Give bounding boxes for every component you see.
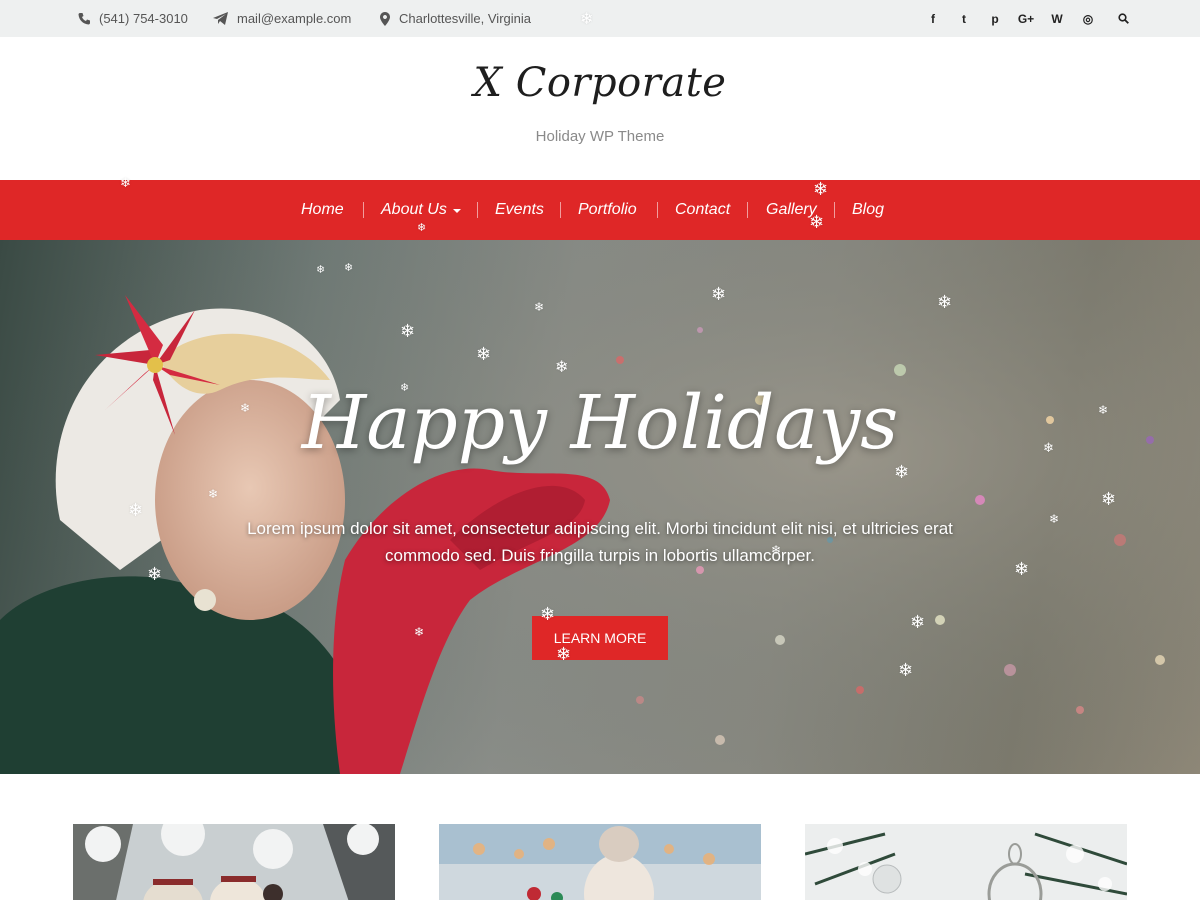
hero-background-image [0, 240, 1200, 774]
email-contact[interactable]: mail@example.com [213, 0, 351, 37]
nav-item-label: Blog [852, 201, 885, 218]
snowman-bokeh-image [439, 824, 761, 900]
search-icon[interactable] [1112, 0, 1134, 37]
pinterest-icon[interactable]: p [984, 0, 1006, 37]
feature-card-image[interactable] [73, 824, 395, 900]
twitter-icon[interactable]: t [953, 0, 975, 37]
top-bar: (541) 754-3010 mail@example.com Charlott… [0, 0, 1200, 37]
site-title[interactable]: X Corporate [0, 60, 1200, 106]
hero-description: Lorem ipsum dolor sit amet, consectetur … [247, 519, 953, 565]
nav-item-home[interactable]: Home [301, 180, 344, 240]
nav-separator [834, 202, 835, 218]
nav-item-label: Gallery [766, 201, 817, 218]
hero-slider: Happy Holidays Lorem ipsum dolor sit ame… [0, 240, 1200, 774]
instagram-icon[interactable]: ◎ [1077, 0, 1099, 37]
nav-item-about-us[interactable]: About Us [381, 180, 461, 240]
nav-item-blog[interactable]: Blog [852, 180, 884, 240]
nav-separator [363, 202, 364, 218]
snowy-horses-image [73, 824, 395, 900]
nav-item-label: Contact [675, 201, 731, 218]
nav-item-events[interactable]: Events [495, 180, 544, 240]
nav-item-contact[interactable]: Contact [675, 180, 730, 240]
main-navigation: Home About Us Events Portfolio Contact G… [0, 180, 1200, 240]
paper-plane-icon [213, 12, 228, 25]
facebook-icon[interactable]: f [922, 0, 944, 37]
email-address: mail@example.com [237, 11, 352, 26]
nav-item-portfolio[interactable]: Portfolio [578, 180, 637, 240]
feature-card-image[interactable] [805, 824, 1127, 900]
chevron-down-icon [452, 209, 461, 213]
nav-item-label: About Us [381, 201, 447, 218]
nav-item-gallery[interactable]: Gallery [766, 180, 817, 240]
nav-separator [477, 202, 478, 218]
nav-separator [747, 202, 748, 218]
map-marker-icon [380, 11, 390, 26]
nav-separator [560, 202, 561, 218]
location-text: Charlottesville, Virginia [399, 11, 531, 26]
google-plus-icon[interactable]: G+ [1015, 0, 1037, 37]
nav-item-label: Home [301, 201, 344, 218]
site-description: Holiday WP Theme [535, 128, 665, 145]
hero-title: Happy Holidays [301, 380, 899, 466]
phone-number: (541) 754-3010 [99, 11, 188, 26]
feature-card-image[interactable] [439, 824, 761, 900]
nav-separator [657, 202, 658, 218]
phone-icon [78, 13, 90, 25]
wordpress-icon[interactable]: W [1046, 0, 1068, 37]
location-contact: Charlottesville, Virginia [380, 0, 531, 37]
nav-item-label: Events [495, 201, 544, 218]
ornament-branches-image [805, 824, 1127, 900]
nav-item-label: Portfolio [578, 201, 637, 218]
phone-contact[interactable]: (541) 754-3010 [78, 0, 188, 37]
learn-more-button[interactable]: LEARN MORE [532, 616, 668, 660]
